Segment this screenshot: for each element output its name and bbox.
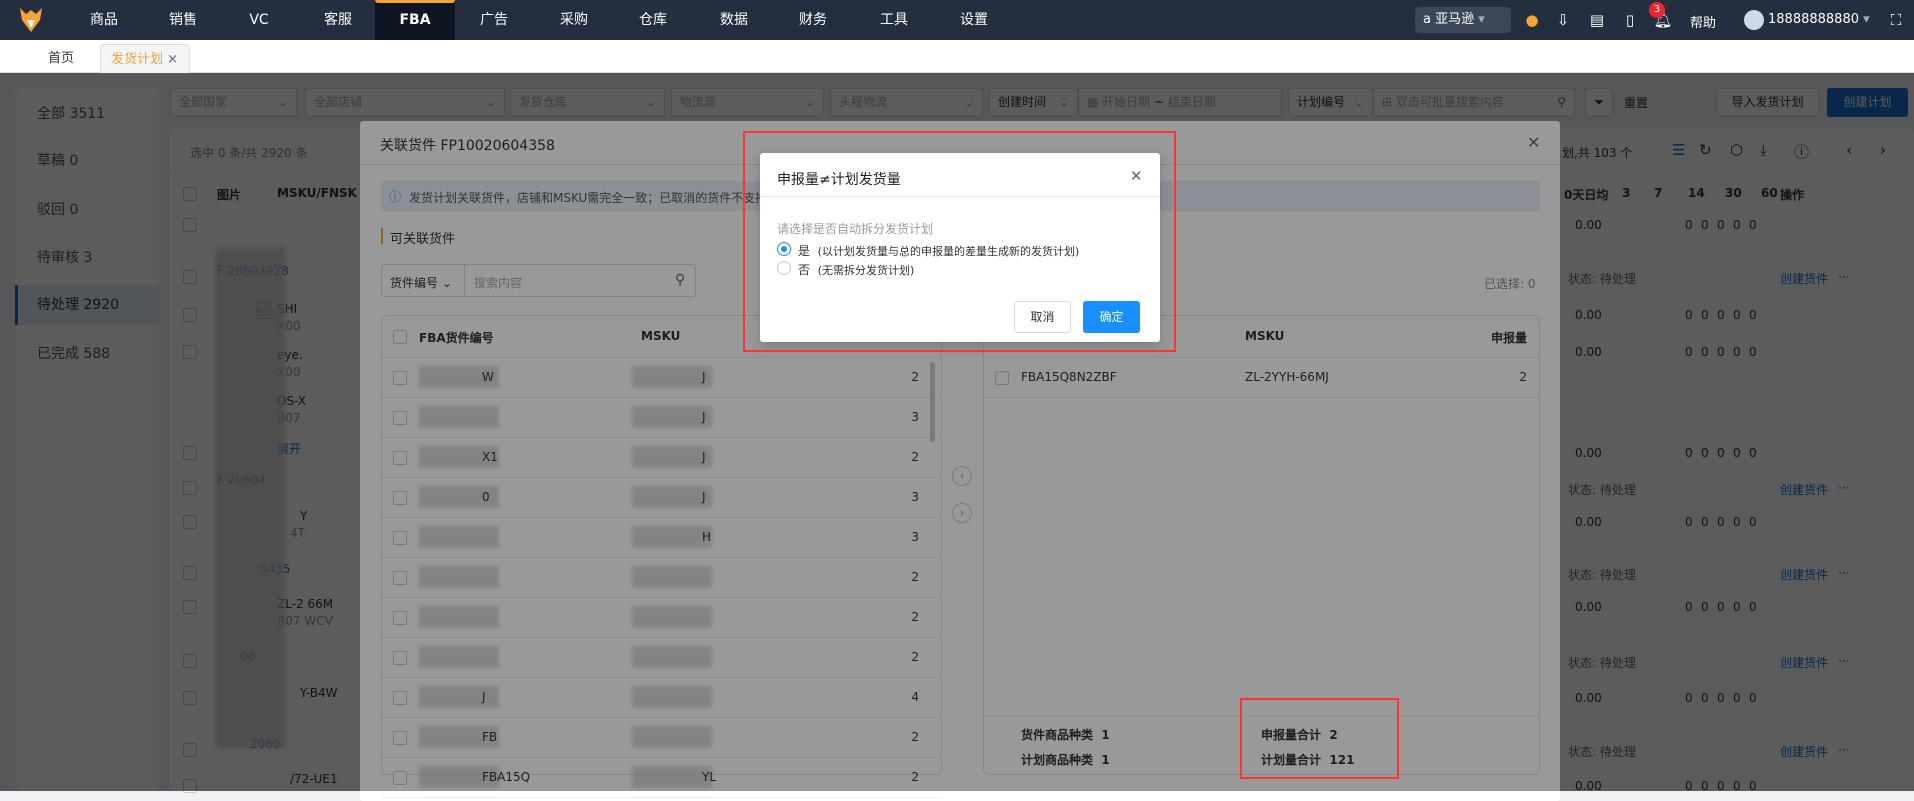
nav-item-fba[interactable]: FBA [375,0,455,40]
mobile-icon[interactable]: ▯ [1620,10,1640,30]
download-icon[interactable]: ⇩ [1553,10,1573,30]
add-doc-icon[interactable]: ▤ [1587,10,1607,30]
top-nav: 商品 销售 VC 客服 FBA 广告 采购 仓库 数据 财务 工具 设置 a 亚… [0,0,1914,40]
nav-item-vc[interactable]: VC [219,0,299,40]
highlight-box-totals [1240,698,1399,779]
caret-down-icon: ▾ [1863,12,1870,27]
caret-down-icon: ▾ [1478,12,1485,27]
user-account[interactable]: 18888888880 ▾ [1768,12,1870,27]
help-link[interactable]: 帮助 [1690,12,1716,31]
nav-item-settings[interactable]: 设置 [934,0,1014,40]
close-tab-icon[interactable]: × [167,52,178,67]
tab-shipment-plan[interactable]: 发货计划 × [100,44,190,73]
platform-label: 亚马逊 [1435,12,1475,27]
tab-bar: 首页 发货计划 × [0,40,1914,73]
notification-badge: 3 [1649,2,1665,18]
highlight-box-modal [743,131,1176,352]
logo-icon[interactable] [18,6,44,34]
nav-item-sales[interactable]: 销售 [143,0,223,40]
nav-item-purchase[interactable]: 采购 [534,0,614,40]
nav-item-products[interactable]: 商品 [64,0,144,40]
tab-label: 发货计划 [111,52,164,67]
nav-item-data[interactable]: 数据 [694,0,774,40]
service-icon[interactable]: ● [1522,10,1542,30]
platform-selector[interactable]: a 亚马逊 ▾ [1415,7,1511,33]
amazon-icon: a [1423,12,1436,27]
fullscreen-icon[interactable]: ⛶ [1886,10,1906,30]
nav-item-ads[interactable]: 广告 [454,0,534,40]
avatar[interactable] [1744,10,1764,30]
nav-item-tools[interactable]: 工具 [854,0,934,40]
user-phone: 18888888880 [1768,12,1859,27]
nav-item-warehouse[interactable]: 仓库 [613,0,693,40]
nav-item-service[interactable]: 客服 [298,0,378,40]
nav-item-finance[interactable]: 财务 [773,0,853,40]
tab-home[interactable]: 首页 [48,44,74,73]
